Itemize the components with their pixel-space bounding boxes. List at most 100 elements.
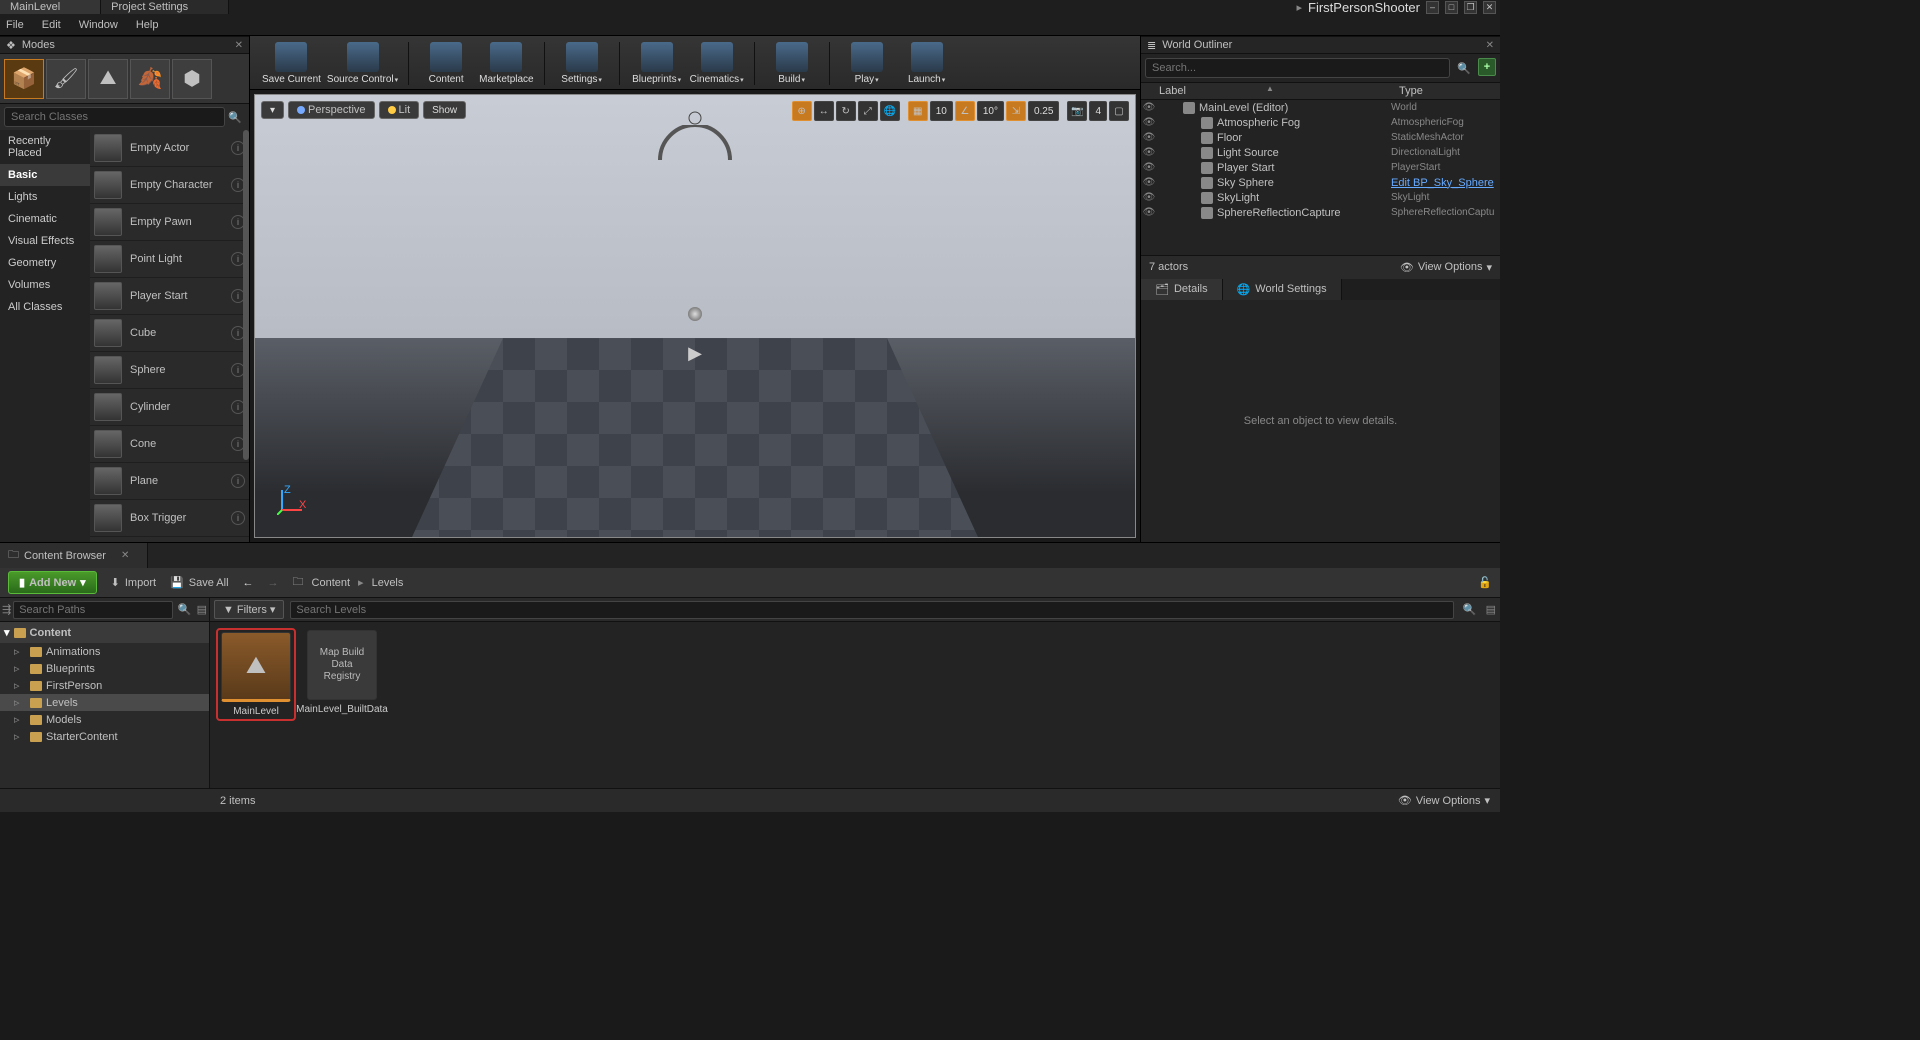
grid-snap[interactable]: ▦ — [908, 101, 928, 121]
actor-empty-character[interactable]: Empty Characteri — [90, 167, 249, 204]
cat-cinematic[interactable]: Cinematic — [0, 208, 90, 230]
cat-recently-placed[interactable]: Recently Placed — [0, 130, 90, 164]
play-button[interactable]: Play▾ — [840, 38, 894, 89]
breadcrumb-levels[interactable]: Levels — [372, 577, 404, 589]
cat-lights[interactable]: Lights — [0, 186, 90, 208]
angle-value[interactable]: 10° — [977, 101, 1004, 121]
nav-back[interactable]: ← — [243, 577, 254, 589]
cat-visual-effects[interactable]: Visual Effects — [0, 230, 90, 252]
visibility-icon[interactable]: 👁 — [1141, 117, 1157, 128]
close-icon[interactable]: ✕ — [235, 40, 243, 51]
actor-cylinder[interactable]: Cylinderi — [90, 389, 249, 426]
visibility-icon[interactable]: 👁 — [1141, 177, 1157, 188]
nav-forward[interactable]: → — [268, 577, 279, 589]
outliner-row[interactable]: 👁MainLevel (Editor)World — [1141, 100, 1500, 115]
visibility-icon[interactable]: 👁 — [1141, 192, 1157, 203]
transform-mode[interactable]: ⊕ — [792, 101, 812, 121]
build-button[interactable]: Build▾ — [765, 38, 819, 89]
outliner-row[interactable]: 👁SphereReflectionCaptureSphereReflection… — [1141, 205, 1500, 220]
lock-button[interactable]: 🔓 — [1478, 576, 1492, 589]
add-new-button[interactable]: ▮ Add New ▾ — [8, 571, 97, 594]
mode-landscape[interactable]: ⛰ — [88, 59, 128, 99]
actor-plane[interactable]: Planei — [90, 463, 249, 500]
folder-models[interactable]: ▹ Models — [0, 711, 209, 728]
grid-value[interactable]: 10 — [930, 101, 953, 121]
col-label[interactable]: ▲Label — [1141, 83, 1391, 99]
outliner-row[interactable]: 👁FloorStaticMeshActor — [1141, 130, 1500, 145]
perspective-button[interactable]: Perspective — [288, 101, 374, 119]
menu-edit[interactable]: Edit — [42, 19, 61, 31]
col-type[interactable]: Type — [1391, 83, 1500, 99]
scrollbar[interactable] — [243, 130, 249, 460]
launch-button[interactable]: Launch▾ — [900, 38, 954, 89]
marketplace-button[interactable]: Marketplace — [479, 38, 533, 89]
cat-basic[interactable]: Basic — [0, 164, 90, 186]
actor-cone[interactable]: Conei — [90, 426, 249, 463]
actor-box-trigger[interactable]: Box Triggeri — [90, 500, 249, 537]
actor-cube[interactable]: Cubei — [90, 315, 249, 352]
visibility-icon[interactable]: 👁 — [1141, 132, 1157, 143]
viewport[interactable]: ▾ Perspective Lit Show ⊕ ↔ ↻ ⤢ 🌐 ▦ 10 ∠ … — [254, 94, 1136, 538]
scale-snap[interactable]: ⇲ — [1006, 101, 1026, 121]
asset-mainlevel_builtdata[interactable]: Map Build Data RegistryMainLevel_BuiltDa… — [304, 630, 380, 715]
search-icon[interactable]: 🔍 — [1454, 58, 1474, 78]
outliner-row[interactable]: 👁Light SourceDirectionalLight — [1141, 145, 1500, 160]
content-button[interactable]: Content — [419, 38, 473, 89]
breadcrumb-content[interactable]: Content — [312, 577, 351, 589]
settings-button[interactable]: Settings▾ — [555, 38, 609, 89]
visibility-icon[interactable]: 👁 — [1141, 147, 1157, 158]
collapse-icon[interactable]: ▤ — [197, 603, 207, 616]
outliner-search[interactable] — [1145, 58, 1450, 78]
search-paths-input[interactable] — [13, 601, 172, 619]
tab-world-settings[interactable]: 🌐World Settings — [1223, 279, 1342, 300]
search-icon[interactable]: 🔍 — [225, 107, 245, 127]
toggle-tree[interactable]: ⇶ — [2, 603, 11, 616]
actor-empty-pawn[interactable]: Empty Pawni — [90, 204, 249, 241]
folder-animations[interactable]: ▹ Animations — [0, 643, 209, 660]
search-assets-input[interactable] — [290, 601, 1453, 619]
add-actor-button[interactable]: + — [1478, 58, 1496, 76]
camera-value[interactable]: 4 — [1089, 101, 1107, 121]
outliner-row[interactable]: 👁Atmospheric FogAtmosphericFog — [1141, 115, 1500, 130]
visibility-icon[interactable]: 👁 — [1141, 102, 1157, 113]
actor-sphere[interactable]: Spherei — [90, 352, 249, 389]
maximize-viewport[interactable]: ▢ — [1109, 101, 1129, 121]
outliner-row[interactable]: 👁Sky SphereEdit BP_Sky_Sphere — [1141, 175, 1500, 190]
search-icon[interactable]: 🔍 — [175, 600, 195, 620]
save-all-button[interactable]: 💾Save All — [170, 576, 228, 589]
info-icon[interactable]: i — [231, 511, 245, 525]
maximize-button[interactable]: □ — [1445, 1, 1458, 14]
mode-place[interactable]: 📦 — [4, 59, 44, 99]
coord-space[interactable]: 🌐 — [880, 101, 900, 121]
content-browser-tab[interactable]: 🗀Content Browser✕ — [0, 543, 148, 568]
scale-tool[interactable]: ⤢ — [858, 101, 878, 121]
outliner-row[interactable]: 👁SkyLightSkyLight — [1141, 190, 1500, 205]
lit-button[interactable]: Lit — [379, 101, 420, 119]
actor-empty-actor[interactable]: Empty Actori — [90, 130, 249, 167]
view-options-button[interactable]: 👁 View Options ▾ — [1400, 261, 1492, 274]
close-icon[interactable]: ✕ — [121, 550, 129, 561]
mode-geometry[interactable]: ⬢ — [172, 59, 212, 99]
save-current-button[interactable]: Save Current — [262, 38, 321, 89]
menu-file[interactable]: File — [6, 19, 24, 31]
tree-content[interactable]: ▾ Content — [0, 622, 209, 643]
close-icon[interactable]: ✕ — [1486, 40, 1494, 51]
visibility-icon[interactable]: 👁 — [1141, 162, 1157, 173]
folder-levels[interactable]: ▹ Levels — [0, 694, 209, 711]
source-control-button[interactable]: Source Control▾ — [327, 38, 398, 89]
cinematics-button[interactable]: Cinematics▾ — [690, 38, 744, 89]
scale-value[interactable]: 0.25 — [1028, 101, 1059, 121]
menu-window[interactable]: Window — [79, 19, 118, 31]
camera-speed[interactable]: 📷 — [1067, 101, 1087, 121]
outliner-row[interactable]: 👁Player StartPlayerStart — [1141, 160, 1500, 175]
cat-all-classes[interactable]: All Classes — [0, 296, 90, 318]
rotate-tool[interactable]: ↻ — [836, 101, 856, 121]
blueprints-button[interactable]: Blueprints▾ — [630, 38, 684, 89]
filters-button[interactable]: ▼ Filters ▾ — [214, 600, 284, 619]
tab-project-settings[interactable]: Project Settings — [101, 0, 229, 14]
tab-mainlevel[interactable]: MainLevel — [0, 0, 101, 14]
tab-details[interactable]: 🗂Details — [1141, 279, 1223, 300]
minimize-button[interactable]: – — [1426, 1, 1439, 14]
import-button[interactable]: ⬇Import — [111, 576, 156, 589]
move-tool[interactable]: ↔ — [814, 101, 834, 121]
